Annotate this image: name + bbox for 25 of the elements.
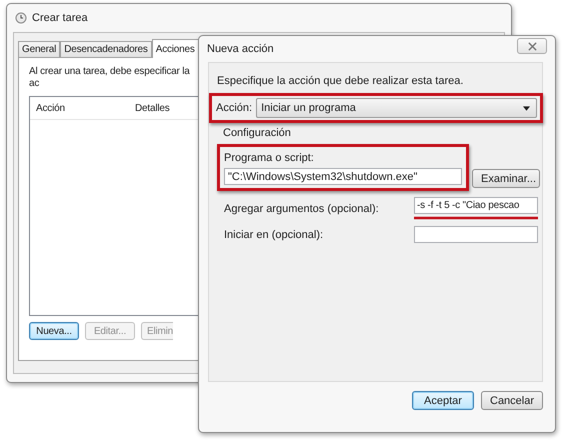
field-label: Iniciar en (opcional): [224,228,324,240]
input-field[interactable]: "C:\Windows\System32\shutdown.exe" [224,168,462,185]
tab[interactable]: General [18,41,60,57]
window-title: Crear tarea [32,12,88,24]
close-icon [528,42,536,50]
input-field[interactable]: -s -f -t 5 -c "Ciao pescao [414,197,538,214]
dialog-button[interactable]: Cancelar [481,391,543,410]
group-label: Configuración [223,127,292,139]
instruction-text: Al crear una tarea, debe especificar la ac [29,66,191,90]
clock-icon [15,12,27,24]
close-button[interactable] [517,38,547,54]
browse-button[interactable]: Examinar... [472,169,540,188]
dialog-button[interactable]: Aceptar [412,391,474,410]
field-label: Agregar argumentos (opcional): [224,202,379,214]
dialog-title: Nueva acción [207,43,274,55]
input-field[interactable] [414,226,538,243]
field-label: Acción: [216,102,252,114]
tab[interactable]: Desencadenadores [60,41,152,57]
caret-icon [523,106,530,110]
column-header[interactable]: Acción [30,102,129,114]
dialog-button[interactable]: Nueva... [29,322,79,340]
tab[interactable]: Acciones [152,39,199,58]
instruction-text: Especifique la acción que debe realizar esta tarea. [217,75,464,87]
field-label: Programa o script: [224,152,315,164]
action-dropdown[interactable]: Iniciar un programa [256,98,537,118]
